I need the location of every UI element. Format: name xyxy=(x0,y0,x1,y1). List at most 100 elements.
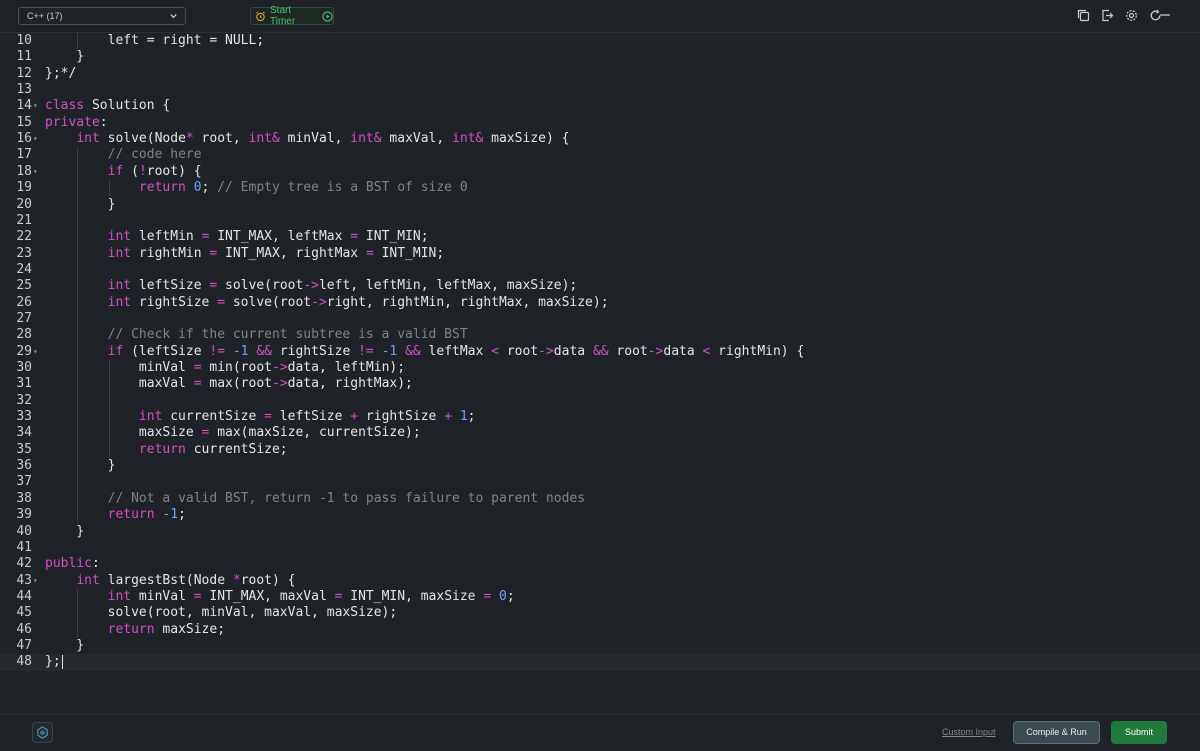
code-text: int rightSize = solve(root->right, right… xyxy=(107,294,609,310)
code-line[interactable]: 35 return currentSize; xyxy=(0,442,1200,458)
code-line[interactable]: 45 solve(root, minVal, maxVal, maxSize); xyxy=(0,605,1200,621)
fold-arrow-icon[interactable]: ▾ xyxy=(33,135,39,143)
copy-icon[interactable] xyxy=(1077,9,1090,22)
code-line[interactable]: 29 ▾ if (leftSize != -1 && rightSize != -… xyxy=(0,344,1200,360)
line-number: 31 xyxy=(16,376,32,392)
code-text: maxVal = max(root->data, rightMax); xyxy=(45,376,413,392)
code-text: int rightMin = INT_MAX, rightMax = INT_M… xyxy=(107,245,445,261)
code-text: minVal = min(root->data, leftMin); xyxy=(45,360,406,375)
fullscreen-toggle-icon[interactable] xyxy=(1160,14,1170,16)
editor-toolbar: C++ (17) Start Timer xyxy=(0,0,1200,33)
export-icon[interactable] xyxy=(1101,9,1114,22)
fold-arrow-icon[interactable]: ▾ xyxy=(33,347,39,355)
line-number: 17 xyxy=(16,147,32,163)
code-line[interactable]: 28 // Check if the current subtree is a … xyxy=(0,327,1200,343)
code-line[interactable]: 39 return -1; xyxy=(0,507,1200,523)
code-text: int largestBst(Node *root) { xyxy=(76,572,296,588)
line-number: 11 xyxy=(16,49,32,65)
code-line[interactable]: 14 ▾ class Solution { xyxy=(0,98,1200,114)
code-line[interactable]: 16 ▾ int solve(Node* root, int& minVal, i… xyxy=(0,131,1200,147)
line-number: 48 xyxy=(16,654,32,670)
code-line[interactable]: 25 int leftSize = solve(root->left, left… xyxy=(0,278,1200,294)
gfg-logo-icon[interactable] xyxy=(32,722,53,743)
code-line[interactable]: 34 maxSize = max(maxSize, currentSize); xyxy=(0,425,1200,441)
code-line[interactable]: 26 int rightSize = solve(root->right, ri… xyxy=(0,295,1200,311)
fold-arrow-icon[interactable]: ▾ xyxy=(33,576,39,584)
code-line[interactable]: 42 public: xyxy=(0,556,1200,572)
code-text: int leftSize = solve(root->left, leftMin… xyxy=(107,278,578,294)
line-number: 43 xyxy=(16,572,32,588)
fold-arrow-icon[interactable]: ▾ xyxy=(33,167,39,175)
code-text: } xyxy=(45,523,85,539)
code-line[interactable]: 37 xyxy=(0,474,1200,490)
code-line[interactable]: 41 xyxy=(0,540,1200,556)
line-number: 12 xyxy=(16,65,32,81)
code-text: int leftMin = INT_MAX, leftMax = INT_MIN… xyxy=(107,229,429,245)
code-line[interactable]: 13 xyxy=(0,82,1200,98)
code-line[interactable]: 30 minVal = min(root->data, leftMin); xyxy=(0,360,1200,376)
line-number: 28 xyxy=(16,327,32,343)
code-line[interactable]: 43 ▾ int largestBst(Node *root) { xyxy=(0,573,1200,589)
code-text: maxSize = max(maxSize, currentSize); xyxy=(45,425,421,441)
code-line[interactable]: 15 private: xyxy=(0,115,1200,131)
line-number: 37 xyxy=(16,474,32,490)
indent-guide xyxy=(77,147,79,524)
code-text: // Check if the current subtree is a val… xyxy=(107,327,468,343)
code-line[interactable]: 21 xyxy=(0,213,1200,229)
code-line[interactable]: 22 int leftMin = INT_MAX, leftMax = INT_… xyxy=(0,229,1200,245)
indent-guide xyxy=(77,33,79,50)
line-number: 25 xyxy=(16,278,32,294)
settings-icon[interactable] xyxy=(1125,9,1138,22)
line-number: 35 xyxy=(16,441,32,457)
compile-run-button[interactable]: Compile & Run xyxy=(1013,721,1100,744)
line-number: 47 xyxy=(16,637,32,653)
submit-button[interactable]: Submit xyxy=(1111,721,1167,744)
code-line[interactable]: 17 // code here xyxy=(0,147,1200,163)
code-text: return -1; xyxy=(107,507,186,523)
code-text: private: xyxy=(45,114,108,130)
line-number: 20 xyxy=(16,196,32,212)
language-select[interactable]: C++ (17) xyxy=(18,7,186,25)
custom-input-link[interactable]: Custom Input xyxy=(942,727,996,737)
line-number: 40 xyxy=(16,523,32,539)
code-line[interactable]: 48}; xyxy=(0,654,1200,671)
code-text: return currentSize; xyxy=(138,441,288,457)
language-select-value: C++ (17) xyxy=(27,11,63,21)
code-line[interactable]: 11 } xyxy=(0,49,1200,65)
code-editor[interactable]: 10 left = right = NULL; 11 } 12};*/13 14 ▾ cl… xyxy=(0,33,1200,713)
line-number: 30 xyxy=(16,360,32,375)
code-line[interactable]: 32 xyxy=(0,393,1200,409)
code-line[interactable]: 44 int minVal = INT_MAX, maxVal = INT_MI… xyxy=(0,589,1200,605)
line-number: 15 xyxy=(16,114,32,130)
line-number: 14 xyxy=(16,98,32,114)
start-timer-label: Start Timer xyxy=(270,5,296,27)
text-cursor xyxy=(61,655,63,670)
code-text: int minVal = INT_MAX, maxVal = INT_MIN, … xyxy=(107,588,515,604)
code-line[interactable]: 10 left = right = NULL; xyxy=(0,33,1200,49)
line-number: 23 xyxy=(16,245,32,261)
line-number: 44 xyxy=(16,588,32,604)
indent-guide xyxy=(108,360,110,459)
chevron-down-icon xyxy=(170,14,177,19)
code-line[interactable]: 20 } xyxy=(0,197,1200,213)
indent-guide xyxy=(77,588,79,638)
code-line[interactable]: 46 return maxSize; xyxy=(0,622,1200,638)
code-line[interactable]: 18 ▾ if (!root) { xyxy=(0,164,1200,180)
fold-arrow-icon[interactable]: ▾ xyxy=(33,102,39,110)
code-line[interactable]: 19 return 0; // Empty tree is a BST of s… xyxy=(0,180,1200,196)
line-number: 22 xyxy=(16,229,32,245)
code-text: if (!root) { xyxy=(107,163,202,179)
code-line[interactable]: 12};*/ xyxy=(0,66,1200,82)
code-line[interactable]: 31 maxVal = max(root->data, rightMax); xyxy=(0,376,1200,392)
start-timer-button[interactable]: Start Timer xyxy=(250,5,334,27)
code-line[interactable]: 36 } xyxy=(0,458,1200,474)
line-number: 34 xyxy=(16,425,32,441)
code-line[interactable]: 27 xyxy=(0,311,1200,327)
code-line[interactable]: 23 int rightMin = INT_MAX, rightMax = IN… xyxy=(0,246,1200,262)
code-line[interactable]: 38 // Not a valid BST, return -1 to pass… xyxy=(0,491,1200,507)
code-text: solve(root, minVal, maxVal, maxSize); xyxy=(45,605,398,621)
code-line[interactable]: 24 xyxy=(0,262,1200,278)
code-line[interactable]: 40 } xyxy=(0,524,1200,540)
code-line[interactable]: 47 } xyxy=(0,638,1200,654)
code-line[interactable]: 33 int currentSize = leftSize + rightSiz… xyxy=(0,409,1200,425)
